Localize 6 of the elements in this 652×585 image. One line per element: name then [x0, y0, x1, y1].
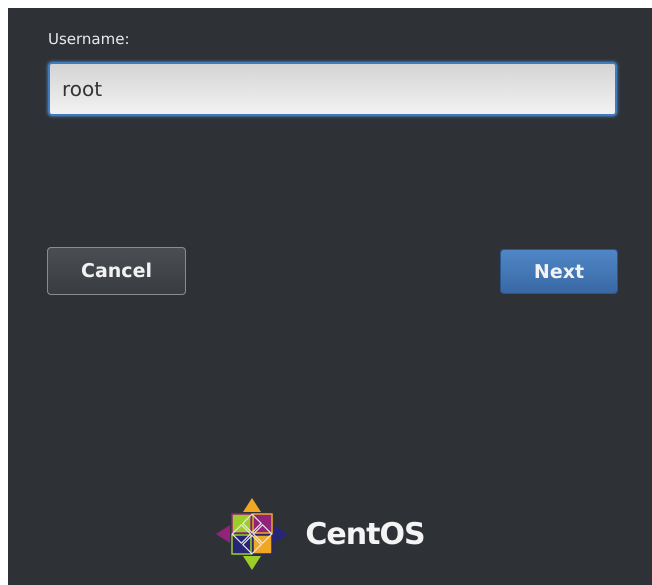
logo-text: CentOS: [305, 516, 425, 552]
next-button[interactable]: Next: [500, 249, 618, 294]
username-label: Username:: [48, 30, 131, 50]
username-field[interactable]: root: [48, 62, 617, 116]
logo-icon: [215, 497, 290, 571]
cancel-button[interactable]: Cancel: [47, 247, 186, 295]
